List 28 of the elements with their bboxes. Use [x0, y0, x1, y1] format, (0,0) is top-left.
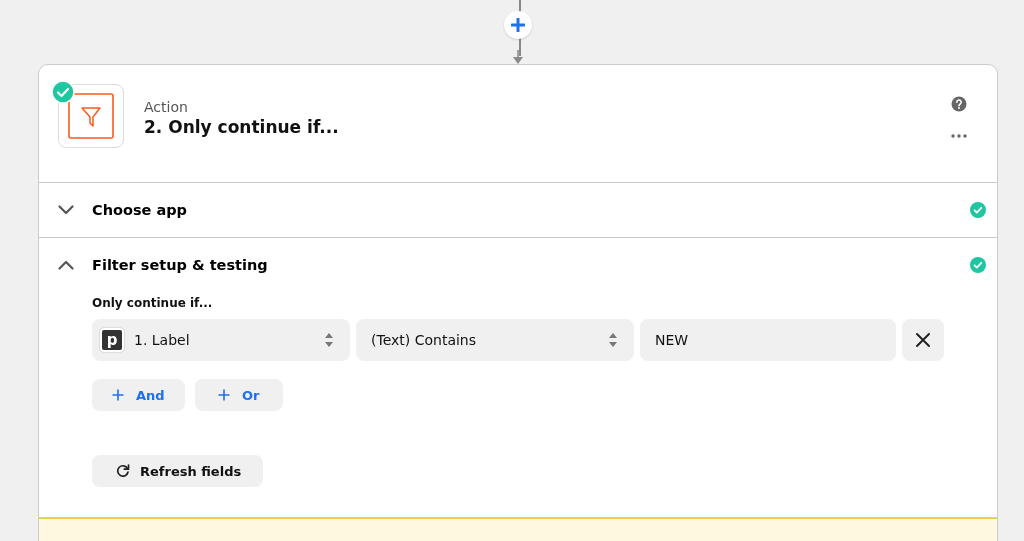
filter-icon [68, 93, 114, 139]
operator-select[interactable]: (Text) Contains [356, 319, 634, 361]
refresh-icon [116, 464, 130, 478]
close-icon [915, 332, 931, 348]
step-title: 2. Only continue if... [144, 117, 339, 137]
chevron-up-icon [58, 260, 74, 270]
chevron-down-icon [58, 205, 74, 215]
add-condition-button[interactable]: Or [194, 379, 283, 411]
help-icon [951, 96, 967, 112]
step-type-label: Action [144, 99, 189, 115]
section-header[interactable]: Choose app [39, 183, 997, 237]
plus-icon [112, 389, 124, 401]
more-icon [951, 134, 967, 138]
section-header[interactable]: Filter setup & testing [39, 238, 997, 292]
more-button[interactable] [951, 134, 967, 138]
help-button[interactable] [951, 96, 967, 112]
sort-icon [324, 332, 334, 348]
add-condition-button[interactable]: And [92, 379, 185, 411]
remove-button[interactable] [902, 319, 944, 361]
app-logo: p [100, 328, 124, 352]
field-select[interactable]: p 1. Label [92, 319, 350, 361]
plus-icon [511, 18, 525, 32]
sort-icon [608, 332, 618, 348]
add-step-button[interactable] [504, 11, 532, 39]
value-input[interactable]: NEW [640, 319, 896, 361]
refresh-button[interactable]: Refresh fields [92, 455, 264, 487]
plus-icon [217, 389, 230, 401]
filter-label: Only continue if... [92, 296, 213, 310]
